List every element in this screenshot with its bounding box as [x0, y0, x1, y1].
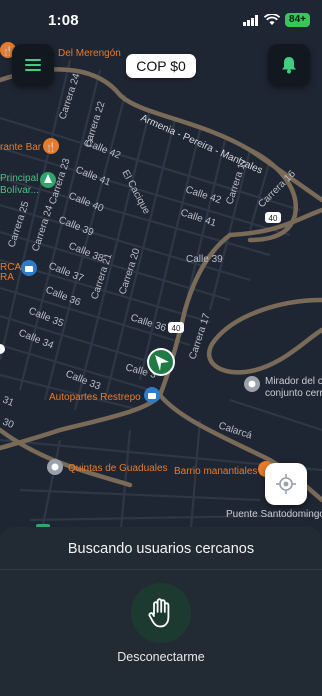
place-label: conjunto cerr — [265, 388, 322, 399]
place-pin-icon[interactable] — [244, 376, 260, 392]
status-time: 1:08 — [48, 12, 79, 29]
street-label: 31 — [1, 395, 16, 410]
place-label: Bolívar... — [0, 185, 39, 196]
battery-indicator: 84+ — [285, 13, 310, 27]
divider — [0, 569, 322, 570]
notifications-button[interactable] — [268, 44, 310, 86]
wifi-icon — [264, 14, 281, 25]
park-pin-icon[interactable] — [40, 172, 56, 188]
raised-hand-icon — [148, 598, 170, 628]
route-badge-40-a: 40 — [265, 212, 281, 223]
current-location-marker-icon — [147, 348, 175, 376]
place-label: RCA — [0, 262, 21, 273]
disconnect-button[interactable] — [131, 583, 191, 643]
balance-chip[interactable]: COP $0 — [126, 54, 196, 78]
place-label: Del Merengón — [58, 48, 121, 59]
place-pin-icon[interactable] — [47, 459, 63, 475]
bottom-sheet: Buscando usuarios cercanos Desconectarme — [0, 527, 322, 696]
shopping-pin-icon[interactable] — [144, 387, 160, 403]
street-label: Calle 42 — [184, 184, 223, 206]
crosshair-location-icon — [276, 474, 296, 494]
place-label: Principal — [0, 173, 38, 184]
street-label: Carrera 17 — [224, 157, 249, 206]
place-label: rante Bar — [0, 142, 42, 153]
restaurant-pin-icon[interactable]: 🍴 — [43, 138, 59, 154]
recenter-location-button[interactable] — [265, 463, 307, 505]
hamburger-menu-icon — [25, 59, 41, 71]
place-label: Mirador del c — [265, 376, 322, 387]
place-label: Puente Santodomingo — [226, 509, 322, 520]
street-label: Calle 36 — [44, 285, 83, 309]
route-badge-40-b: 40 — [168, 322, 184, 333]
searching-status-text: Buscando usuarios cercanos — [67, 541, 255, 557]
svg-text:40: 40 — [172, 324, 181, 333]
street-label: Calle 36 — [129, 312, 168, 334]
bell-icon — [282, 57, 296, 74]
place-label: Quintas de Guaduales — [68, 463, 168, 474]
svg-text:40: 40 — [269, 214, 278, 223]
street-label: Carrera 20 — [117, 247, 142, 296]
place-label: Barrio manantiales — [174, 466, 257, 477]
disconnect-label[interactable]: Desconectarme — [0, 650, 322, 664]
place-label: Autopartes Restrepo — [49, 392, 141, 403]
svg-text:🍴: 🍴 — [45, 141, 56, 153]
street-label: 30 — [1, 417, 16, 432]
street-label: Calle 39 — [57, 215, 96, 239]
street-label: RA — [0, 272, 14, 283]
cellular-signal-icon — [243, 14, 259, 26]
shopping-pin-icon[interactable] — [21, 260, 37, 276]
status-icons: 84+ — [243, 13, 310, 27]
status-bar: 1:08 84+ — [0, 0, 322, 40]
menu-button[interactable] — [12, 44, 54, 86]
street-label: Calle 39 — [186, 254, 223, 265]
street-label: Calle 33 — [64, 369, 103, 393]
